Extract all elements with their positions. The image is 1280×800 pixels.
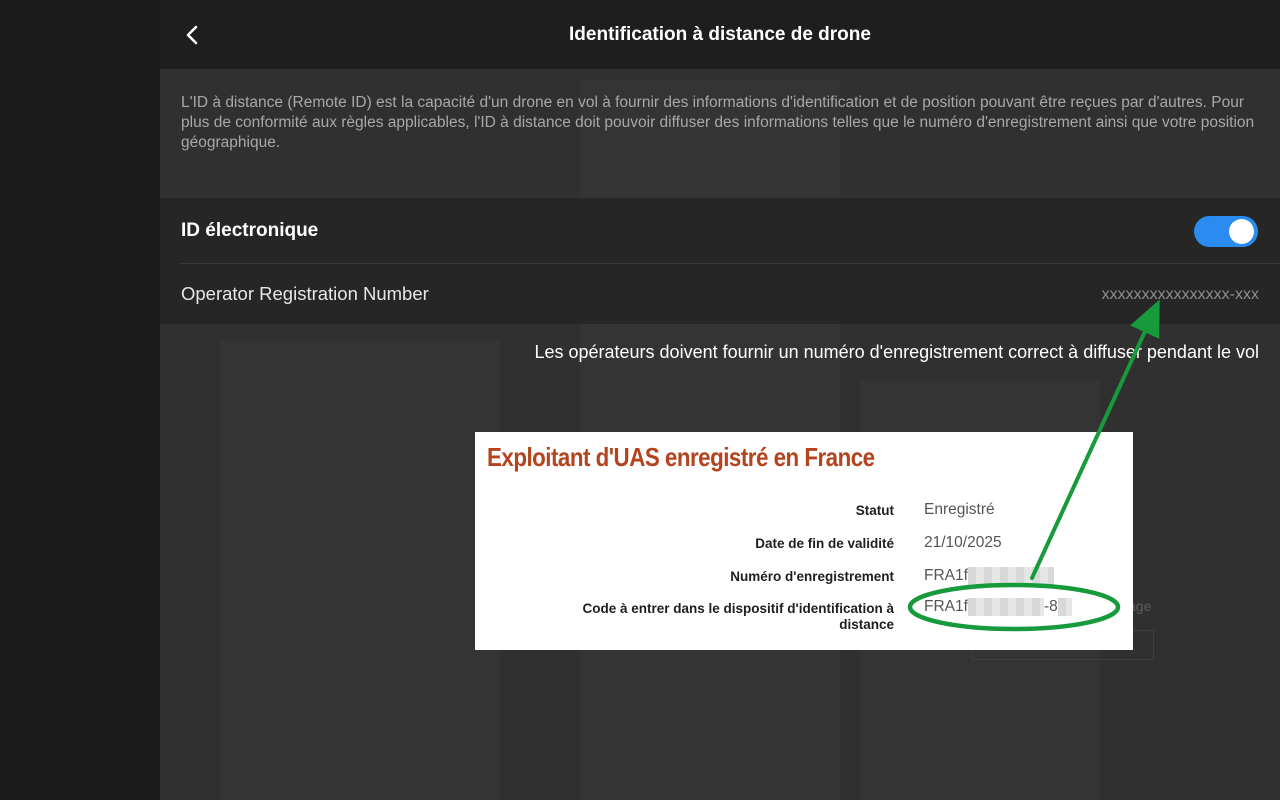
card-label: Code à entrer dans le dispositif d'ident… [582,601,894,632]
operator-registration-label: Operator Registration Number [181,283,429,304]
registration-card: Exploitant d'UAS enregistré en France St… [475,432,1133,650]
card-label: Date de fin de validité [755,536,894,551]
toggle-knob [1229,219,1254,244]
card-title: Exploitant d'UAS enregistré en France [487,442,875,472]
top-bar: Identification à distance de drone [160,0,1280,69]
app-screen: Identification à distance de drone L'ID … [0,0,1280,800]
value-prefix: FRA1f [924,567,968,585]
background-shape [220,340,500,800]
card-value: FRA1f [924,567,1054,585]
redacted-block [967,567,1054,585]
value-mid: -8 [1043,598,1058,616]
value-prefix: FRA1f [924,598,968,616]
registration-note: Les opérateurs doivent fournir un numéro… [534,342,1259,362]
chevron-left-icon [186,25,198,45]
electronic-id-label: ID électronique [181,220,319,241]
settings-panel: ID électronique Operator Registration Nu… [160,198,1280,324]
operator-registration-row[interactable]: Operator Registration Number xxxxxxxxxxx… [160,264,1280,324]
redacted-block [1057,598,1072,616]
card-value: FRA1f -8 [924,598,1072,616]
operator-registration-value: xxxxxxxxxxxxxxxx-xxx [1101,286,1259,303]
electronic-id-toggle[interactable] [1194,216,1258,247]
page-title: Identification à distance de drone [569,24,871,45]
remote-id-description: L'ID à distance (Remote ID) est la capac… [181,94,1255,151]
back-button[interactable] [176,20,208,50]
remote-id-settings-page: Identification à distance de drone L'ID … [160,0,1280,800]
redacted-block [967,598,1044,616]
card-value: 21/10/2025 [924,534,1002,551]
card-value: Enregistré [924,501,995,518]
electronic-id-row: ID électronique [160,198,1280,264]
left-panel [0,0,160,800]
card-label: Statut [855,503,894,518]
card-label: Numéro d'enregistrement [730,569,894,584]
